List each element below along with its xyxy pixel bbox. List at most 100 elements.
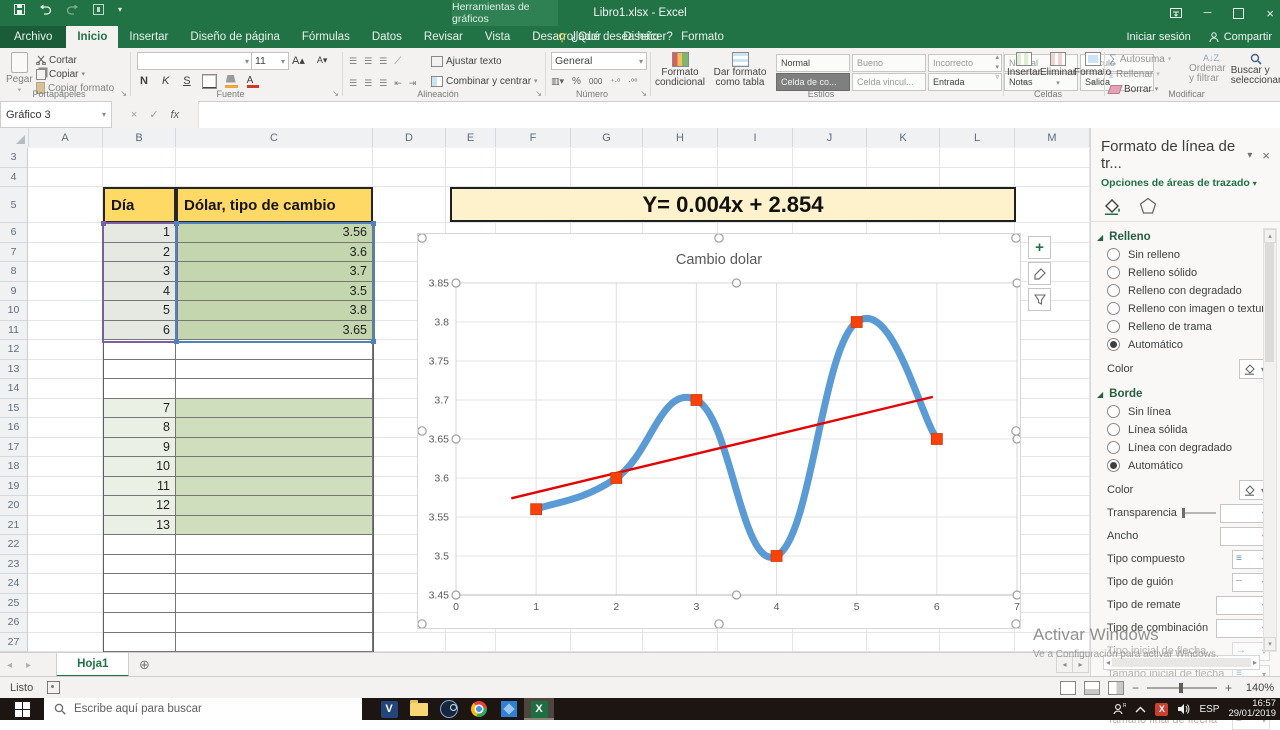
increase-decimal-icon[interactable]: ⁺·⁰ [610,77,620,86]
format-as-table-button[interactable]: Dar formato como tabla [711,52,769,88]
grid-cell-A15[interactable] [28,399,103,419]
new-sheet-button[interactable]: ⊕ [129,653,159,677]
taskbar-clock[interactable]: 16:57 29/01/2019 [1228,699,1276,719]
row-header-5[interactable]: 5 [0,187,28,223]
language-indicator[interactable]: ESP [1199,704,1219,715]
cancel-icon[interactable]: × [131,109,137,121]
grid-cell-B17[interactable]: 9 [103,438,176,458]
ribbon-tab[interactable]: Vista [474,26,521,48]
grid-cell-C14[interactable] [176,379,373,399]
grid-cell-B9[interactable]: 4 [103,282,176,302]
effects-pentagon-icon[interactable] [1139,197,1157,215]
grid-cell-B27[interactable] [103,633,176,653]
chart-styles-button[interactable] [1028,262,1051,285]
column-header-H[interactable]: H [643,128,718,147]
grid-cell-M12[interactable] [1015,340,1090,360]
row-header-15[interactable]: 15 [0,399,28,419]
grid-cell-M15[interactable] [1015,399,1090,419]
row-header-12[interactable]: 12 [0,340,28,360]
row-header-21[interactable]: 21 [0,516,28,536]
alignment-dialog-launcher[interactable]: ↘ [535,89,542,98]
decrease-decimal-icon[interactable]: ·⁰⁰ [628,77,637,86]
chart-area-handle[interactable] [715,234,723,242]
chart-area-handle[interactable] [418,620,426,628]
grid-cell-J27[interactable] [793,633,867,653]
grid-cell-A10[interactable] [28,301,103,321]
grid-cell-B24[interactable] [103,574,176,594]
grid-cell-J3[interactable] [793,148,867,168]
row-header-27[interactable]: 27 [0,633,28,653]
series-line[interactable] [536,318,937,557]
grid-cell-B6[interactable]: 1 [103,223,176,243]
scroll-thumb[interactable] [1265,242,1274,362]
grid-cell-J4[interactable] [793,168,867,188]
column-header-A[interactable]: A [28,128,103,147]
grid-cell-B21[interactable]: 13 [103,516,176,536]
grid-cell-M20[interactable] [1015,496,1090,516]
grid-cell-B19[interactable]: 11 [103,477,176,497]
plot-area-handle[interactable] [1013,279,1020,287]
grid-cell-B15[interactable]: 7 [103,399,176,419]
grid-cell-A7[interactable] [28,243,103,263]
grid-cell-I4[interactable] [718,168,793,188]
transparency-slider[interactable] [1182,512,1216,514]
grid-cell-C23[interactable] [176,555,373,575]
grid-cell-K3[interactable] [867,148,940,168]
font-size-combo[interactable]: 11▾ [251,52,289,70]
decrease-indent-icon[interactable]: ⇤ [394,78,402,89]
grid-cell-M22[interactable] [1015,535,1090,555]
fill-option[interactable]: Relleno de trama [1107,320,1280,333]
grid-cell-C8[interactable]: 3.7 [176,262,373,282]
grid-cell-D4[interactable] [373,168,446,188]
hscroll-right-icon[interactable]: ▸ [1072,656,1089,673]
row-header-9[interactable]: 9 [0,282,28,302]
grid-cell-C11[interactable]: 3.65 [176,321,373,341]
delete-cells-button[interactable]: Eliminar▾ [1040,52,1076,87]
grid-cell-K4[interactable] [867,168,940,188]
grid-cell-B26[interactable] [103,613,176,633]
grid-cell-A16[interactable] [28,418,103,438]
chart-filters-button[interactable] [1028,288,1051,311]
ribbon-tab[interactable]: Datos [361,26,413,48]
save-icon[interactable] [14,4,25,15]
plot-area-handle[interactable] [1013,591,1020,599]
borders-icon[interactable] [202,74,217,89]
grid-cell-M7[interactable] [1015,243,1090,263]
grid-cell-M14[interactable] [1015,379,1090,399]
share-button[interactable]: Compartir [1209,31,1272,43]
grid-cell-A26[interactable] [28,613,103,633]
close-button[interactable]: × [1266,6,1274,21]
grid-cell-C13[interactable] [176,360,373,380]
chart-area-handle[interactable] [1012,427,1020,435]
grid-cell-A19[interactable] [28,477,103,497]
ribbon-display-options-icon[interactable] [1170,8,1182,18]
pane-vertical-scrollbar[interactable]: ▴ ▾ [1263,228,1277,652]
scroll-right-icon[interactable]: ▸ [1253,658,1257,667]
grid-cell-A5[interactable] [28,187,103,223]
underline-button[interactable]: S [180,75,193,87]
row-header-25[interactable]: 25 [0,594,28,614]
grid-cell-A24[interactable] [28,574,103,594]
touch-mode-icon[interactable] [93,4,104,15]
increase-indent-icon[interactable]: ⇥ [409,78,417,89]
zoom-out-icon[interactable]: − [1132,681,1139,695]
grid-cell-M26[interactable] [1015,613,1090,633]
grid-cell-D3[interactable] [373,148,446,168]
grid-cell-B10[interactable]: 5 [103,301,176,321]
grid-cell-E3[interactable] [446,148,496,168]
row-header-11[interactable]: 11 [0,321,28,341]
chart-area-handle[interactable] [1012,620,1020,628]
row-header-3[interactable]: 3 [0,148,28,168]
column-header-C[interactable]: C [176,128,373,147]
column-header-E[interactable]: E [446,128,496,147]
fill-option[interactable]: Automático [1107,338,1280,351]
grid-cell-M25[interactable] [1015,594,1090,614]
align-right-icon[interactable]: ☰ [379,78,387,89]
row-header-19[interactable]: 19 [0,477,28,497]
cell-style[interactable]: Incorrecto [928,54,1002,72]
undo-icon[interactable] [39,4,52,15]
column-header-M[interactable]: M [1015,128,1090,147]
align-top-icon[interactable]: ☰ [349,56,357,67]
align-middle-icon[interactable]: ☰ [364,56,372,67]
grid-cell-F27[interactable] [496,633,571,653]
